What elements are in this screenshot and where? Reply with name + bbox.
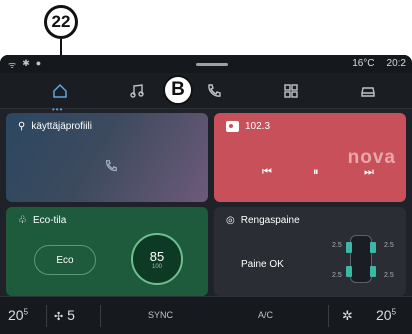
top-nav: ••• (0, 73, 412, 114)
tab-music[interactable] (124, 79, 150, 103)
radio-frequency: 102.3 (245, 121, 271, 132)
infotainment-screen: ᯤ ✱ ● 16°C 20:2 ••• B ⚲ käyttäjäprofiili… (0, 55, 412, 334)
profile-title: käyttäjäprofiili (31, 121, 92, 132)
next-button[interactable]: ⏭ (364, 166, 374, 179)
profile-status-icon: ● (35, 58, 42, 68)
previous-button[interactable]: ⏮ (262, 166, 272, 179)
tyre-pressure-widget[interactable]: ◎ Rengaspaine Paine OK 2.5 2.5 2.5 2.5 (214, 207, 406, 296)
radio-icon (226, 121, 239, 132)
tyre-front-left (346, 242, 352, 253)
callout-22: 22 (44, 5, 78, 39)
pressure-front-left: 2.5 (332, 242, 342, 249)
eco-leaf-icon: ♧ (18, 215, 27, 226)
person-icon: ⚲ (18, 121, 26, 132)
user-profile-widget[interactable]: ⚲ käyttäjäprofiili (6, 113, 208, 202)
car-icon (361, 87, 375, 97)
pressure-rear-right: 2.5 (384, 272, 394, 279)
eco-score-scale: 100 (151, 263, 162, 270)
ac-button[interactable]: A/C (258, 310, 273, 320)
figure: 22 ᯤ ✱ ● 16°C 20:2 ••• B ⚲ käyttäjäprofi… (0, 0, 412, 334)
tyre-rear-left (346, 266, 352, 277)
fan-icon: ✣ (54, 311, 64, 323)
divider (46, 305, 47, 327)
phone-icon (105, 160, 117, 172)
status-icons: ᯤ ✱ ● (8, 58, 41, 71)
home-icon (53, 83, 67, 98)
callout-b: B (163, 75, 193, 105)
tab-home[interactable] (47, 79, 73, 103)
seat-ventilation-icon[interactable]: ✲ (342, 308, 353, 324)
pause-button[interactable]: ⏸ (313, 166, 319, 179)
apps-grid-icon (284, 84, 298, 98)
car-topview-icon (346, 235, 376, 283)
status-bar: ᯤ ✱ ● 16°C 20:2 (0, 55, 412, 73)
tyre-status: Paine OK (241, 259, 284, 270)
passenger-temp[interactable]: 205 (376, 307, 396, 323)
eco-mode-widget: ♧ Eco-tila Eco 85 100 (6, 207, 208, 296)
radio-widget[interactable]: 102.3 nova ⏮ ⏸ ⏭ (214, 113, 406, 202)
music-icon (130, 84, 144, 98)
eco-score-gauge: 85 100 (131, 233, 183, 285)
tyre-icon: ◎ (226, 215, 235, 226)
pull-down-handle[interactable] (196, 63, 228, 66)
eco-score-value: 85 (149, 248, 165, 264)
pressure-front-right: 2.5 (384, 242, 394, 249)
tyre-rear-right (370, 266, 376, 277)
eco-title: Eco-tila (32, 215, 67, 226)
outside-temperature: 16°C (352, 58, 375, 69)
climate-bar: 205 ✣ 5 SYNC A/C ✲ 205 (0, 296, 412, 334)
driver-temp[interactable]: 205 (8, 307, 28, 323)
bluetooth-icon: ✱ (22, 58, 30, 68)
divider (100, 305, 101, 327)
phone-icon (208, 84, 221, 97)
sync-button[interactable]: SYNC (148, 310, 173, 320)
fan-speed[interactable]: ✣ 5 (54, 307, 75, 323)
clock: 20:2 (386, 58, 406, 69)
tab-vehicle[interactable] (355, 79, 381, 103)
tyre-front-right (370, 242, 376, 253)
tyre-title: Rengaspaine (240, 215, 300, 226)
signal-icon: ᯤ (8, 60, 17, 70)
tab-apps[interactable] (278, 79, 304, 103)
divider (328, 305, 329, 327)
tab-phone[interactable] (201, 79, 227, 103)
eco-button[interactable]: Eco (34, 245, 96, 275)
pressure-rear-left: 2.5 (332, 272, 342, 279)
